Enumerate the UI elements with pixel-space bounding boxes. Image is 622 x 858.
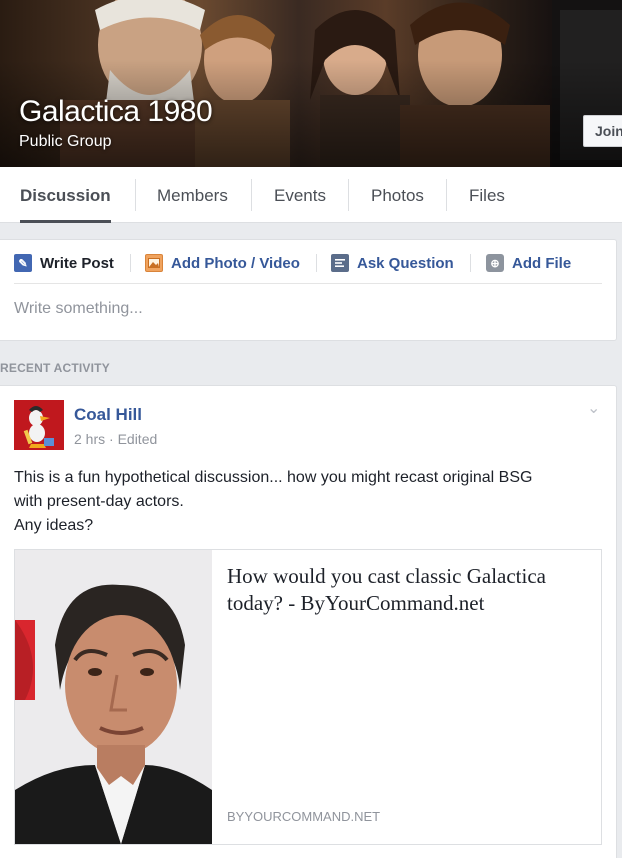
post-body: This is a fun hypothetical discussion...… — [14, 466, 604, 538]
photo-icon — [145, 254, 163, 272]
group-cover-photo[interactable]: Galactica 1980 Public Group Join — [0, 0, 622, 167]
tab-events[interactable]: Events — [274, 167, 326, 222]
post-composer: ✎ Write Post Add Photo / Video Ask Quest… — [0, 239, 617, 341]
link-preview-domain: BYYOURCOMMAND.NET — [227, 809, 381, 824]
post-text-line: Any ideas? — [14, 517, 94, 534]
avatar-image — [14, 400, 64, 450]
actor-portrait — [15, 550, 212, 844]
add-file-label: Add File — [512, 254, 572, 272]
post-options-chevron-icon[interactable]: ⌄ — [587, 398, 600, 418]
group-tabs: Discussion Members Events Photos Files — [0, 167, 622, 223]
add-file-icon: ⊕ — [486, 254, 504, 272]
question-list-icon — [331, 254, 349, 272]
tab-divider — [446, 179, 447, 211]
tab-divider — [251, 179, 252, 211]
group-privacy-label: Public Group — [19, 133, 112, 150]
group-name[interactable]: Galactica 1980 — [19, 95, 213, 129]
link-preview-title[interactable]: How would you cast classic Galactica tod… — [227, 563, 587, 617]
tab-photos[interactable]: Photos — [371, 167, 424, 222]
tab-members[interactable]: Members — [157, 167, 228, 222]
action-divider — [130, 254, 131, 272]
post-text-line: This is a fun hypothetical discussion...… — [14, 469, 533, 486]
post-author-name[interactable]: Coal Hill — [74, 405, 142, 425]
add-photo-video-label: Add Photo / Video — [171, 254, 300, 272]
add-file-button[interactable]: ⊕ Add File — [486, 253, 571, 273]
add-photo-video-button[interactable]: Add Photo / Video — [145, 253, 300, 273]
ask-question-button[interactable]: Ask Question — [331, 253, 454, 273]
tab-discussion[interactable]: Discussion — [20, 167, 111, 223]
recent-activity-heading: RECENT ACTIVITY — [0, 361, 110, 375]
write-post-button[interactable]: ✎ Write Post — [14, 253, 114, 273]
post-timestamp[interactable]: 2 hrs · Edited — [74, 431, 157, 447]
write-post-label: Write Post — [40, 254, 114, 272]
join-group-button[interactable]: Join — [583, 115, 622, 147]
feed-post: Coal Hill 2 hrs · Edited ⌄ This is a fun… — [0, 385, 617, 858]
tab-divider — [348, 179, 349, 211]
composer-divider — [14, 283, 602, 284]
tab-divider — [135, 179, 136, 211]
pencil-icon: ✎ — [14, 254, 32, 272]
write-something-input[interactable]: Write something... — [14, 300, 143, 318]
action-divider — [316, 254, 317, 272]
author-avatar[interactable] — [14, 400, 64, 450]
post-text-line: with present-day actors. — [14, 493, 184, 510]
ask-question-label: Ask Question — [357, 254, 454, 272]
link-preview-image[interactable] — [15, 550, 212, 844]
link-preview-card[interactable]: How would you cast classic Galactica tod… — [14, 549, 602, 845]
tab-files[interactable]: Files — [469, 167, 505, 222]
action-divider — [470, 254, 471, 272]
